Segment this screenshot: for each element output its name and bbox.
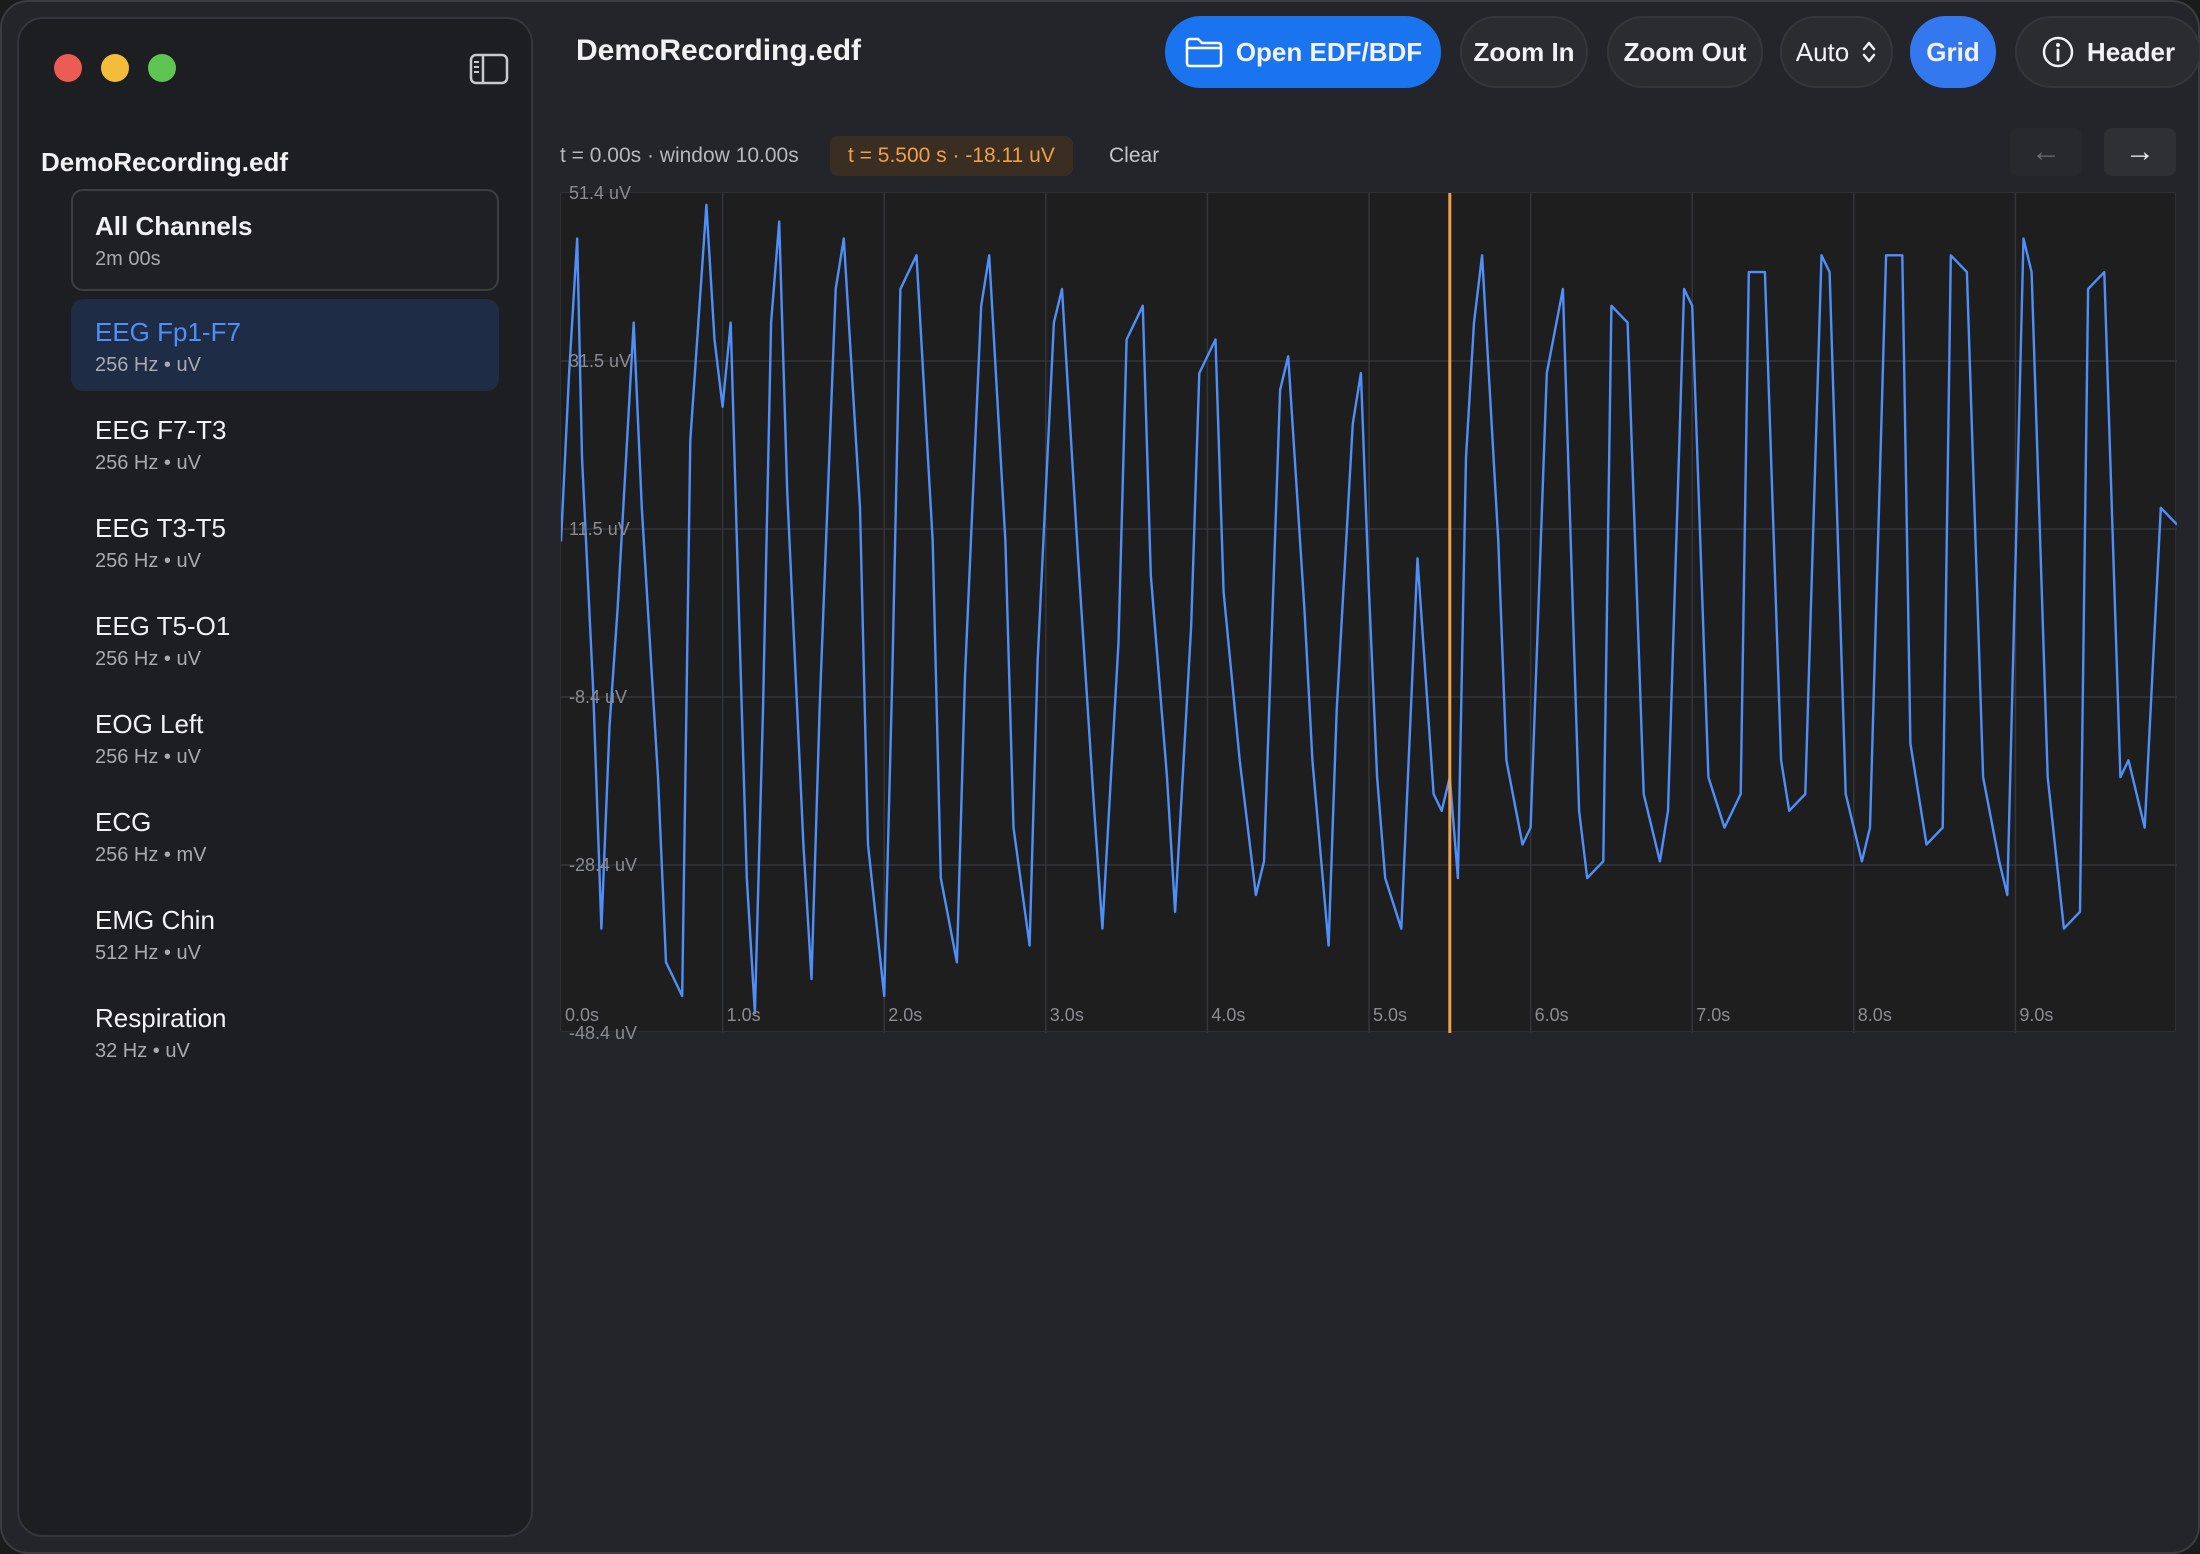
- signal-plot[interactable]: 51.4 uV 31.5 uV 11.5 uV -8.4 uV -28.4 uV -48.…: [560, 183, 2177, 1043]
- x-tick-label: 3.0s: [1049, 1005, 1084, 1025]
- y-tick-label: -28.4 uV: [569, 855, 638, 875]
- minimize-window-button[interactable]: [101, 54, 129, 82]
- channel-name: EEG F7-T3: [95, 415, 227, 445]
- y-tick-label: 11.5 uV: [569, 519, 630, 539]
- channel-info: 32 Hz • uV: [95, 1040, 190, 1062]
- x-tick-label: 1.0s: [726, 1005, 761, 1025]
- channel-item-eog-left[interactable]: EOG Left 256 Hz • uV: [71, 691, 499, 783]
- sidebar-toggle-button[interactable]: [469, 53, 509, 85]
- folder-icon: [1185, 37, 1223, 68]
- channel-item-emg-chin[interactable]: EMG Chin 512 Hz • uV: [71, 887, 499, 979]
- y-tick-label: -48.4 uV: [569, 1023, 638, 1043]
- chevron-up-down-icon: [1863, 41, 1876, 63]
- header-button[interactable]: Header: [2015, 16, 2200, 88]
- window-controls: [54, 54, 176, 82]
- grid-toggle-label: Grid: [1926, 36, 1980, 67]
- channel-info: 256 Hz • uV: [95, 648, 201, 670]
- channel-name: EEG Fp1-F7: [95, 317, 241, 347]
- zoom-in-button[interactable]: Zoom In: [1460, 16, 1588, 88]
- info-icon: [2042, 36, 2074, 68]
- channel-item-eeg-t3-t5[interactable]: EEG T3-T5 256 Hz • uV: [71, 495, 499, 587]
- previous-window-button[interactable]: ←: [2010, 128, 2082, 176]
- scale-select-value: Auto: [1795, 36, 1850, 67]
- x-tick-label: 0.0s: [565, 1005, 600, 1025]
- file-title: DemoRecording.edf: [576, 34, 862, 67]
- recording-duration: 2m 00s: [95, 248, 161, 270]
- channel-list: All Channels 2m 00s EEG Fp1-F7 256 Hz • …: [71, 189, 499, 1083]
- channel-item-eeg-t5-o1[interactable]: EEG T5-O1 256 Hz • uV: [71, 593, 499, 685]
- channel-item-respiration[interactable]: Respiration 32 Hz • uV: [71, 985, 499, 1077]
- close-window-button[interactable]: [54, 54, 82, 82]
- channel-info: 256 Hz • uV: [95, 354, 201, 376]
- channel-info: 256 Hz • mV: [95, 844, 207, 866]
- x-tick-label: 4.0s: [1211, 1005, 1246, 1025]
- open-file-button[interactable]: Open EDF/BDF: [1165, 16, 1441, 88]
- x-tick-label: 9.0s: [2019, 1005, 2054, 1025]
- x-tick-label: 7.0s: [1696, 1005, 1731, 1025]
- signal-chart-svg: [561, 193, 2177, 1033]
- channel-info: 256 Hz • uV: [95, 452, 201, 474]
- channel-item-eeg-f7-t3[interactable]: EEG F7-T3 256 Hz • uV: [71, 397, 499, 489]
- time-window-info: t = 0.00s · window 10.00s: [560, 144, 799, 167]
- header-label: Header: [2086, 36, 2176, 67]
- zoom-out-button[interactable]: Zoom Out: [1607, 16, 1763, 88]
- y-tick-label: 51.4 uV: [569, 183, 632, 203]
- channel-item-eeg-fp1-f7[interactable]: EEG Fp1-F7 256 Hz • uV: [71, 299, 499, 391]
- x-tick-label: 5.0s: [1373, 1005, 1408, 1025]
- all-channels-item[interactable]: All Channels 2m 00s: [71, 189, 499, 291]
- x-tick-label: 2.0s: [888, 1005, 923, 1025]
- channel-name: EOG Left: [95, 709, 204, 739]
- app-window: DemoRecording.edf All Channels 2m 00s EE…: [0, 0, 2200, 1554]
- grid-toggle-button[interactable]: Grid: [1910, 16, 1996, 88]
- channel-item-ecg[interactable]: ECG 256 Hz • mV: [71, 789, 499, 881]
- channel-name: Respiration: [95, 1003, 227, 1033]
- channel-name: ECG: [95, 807, 152, 837]
- open-file-label: Open EDF/BDF: [1235, 36, 1423, 67]
- sidebar-icon: [469, 53, 509, 85]
- cursor-readout: t = 5.500 s · -18.11 uV: [848, 144, 1055, 167]
- arrow-right-icon: →: [2125, 135, 2155, 168]
- cursor-readout-badge: t = 5.500 s · -18.11 uV: [830, 136, 1073, 176]
- zoom-window-button[interactable]: [148, 54, 176, 82]
- channel-info: 256 Hz • uV: [95, 550, 201, 572]
- clear-cursor-button[interactable]: Clear: [1109, 144, 1159, 168]
- sidebar-title: DemoRecording.edf: [41, 147, 289, 177]
- y-tick-label: 31.5 uV: [569, 351, 632, 371]
- zoom-out-label: Zoom Out: [1623, 36, 1747, 67]
- channel-name: EEG T3-T5: [95, 513, 227, 543]
- zoom-in-label: Zoom In: [1473, 36, 1575, 67]
- channel-name: EEG T5-O1: [95, 611, 231, 641]
- scale-select[interactable]: Auto: [1780, 16, 1893, 88]
- y-tick-label: -8.4 uV: [569, 687, 628, 707]
- all-channels-label: All Channels: [95, 211, 253, 241]
- sidebar: DemoRecording.edf All Channels 2m 00s EE…: [17, 17, 533, 1537]
- next-window-button[interactable]: →: [2104, 128, 2176, 176]
- channel-name: EMG Chin: [95, 905, 215, 935]
- channel-info: 512 Hz • uV: [95, 942, 201, 964]
- x-tick-label: 6.0s: [1534, 1005, 1569, 1025]
- arrow-left-icon: ←: [2031, 135, 2061, 168]
- channel-info: 256 Hz • uV: [95, 746, 201, 768]
- x-tick-label: 8.0s: [1857, 1005, 1892, 1025]
